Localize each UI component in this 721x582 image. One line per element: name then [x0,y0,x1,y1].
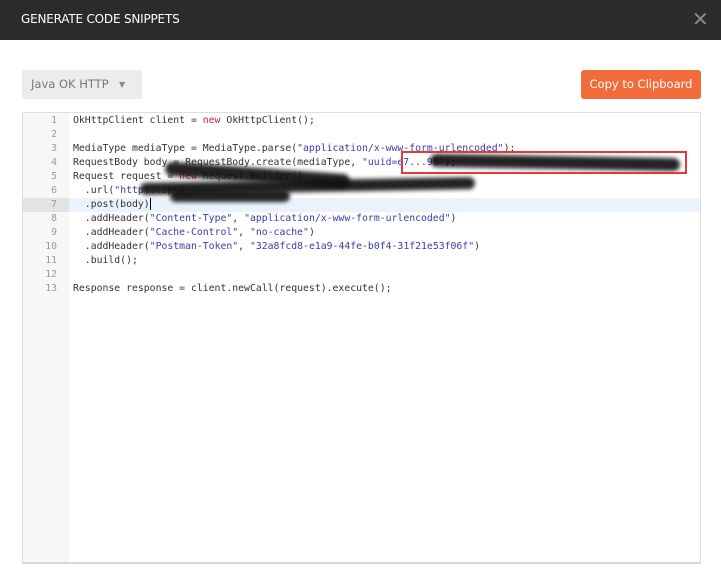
keyword-token: new [202,115,221,126]
string-token: "Postman-Token" [149,241,239,252]
code-token: OkHttpClient client = [73,115,203,126]
code-line: 2 [23,128,700,142]
line-code: .addHeader("Cache-Control", "no-cache") [73,226,315,240]
code-token: , [232,213,245,224]
code-token: .build(); [73,255,138,266]
code-token: MediaType mediaType = MediaType.parse( [73,143,298,154]
line-number: 4 [51,157,57,168]
line-number: 5 [51,171,57,182]
code-line: 11 .build(); [23,254,700,268]
line-number: 10 [45,241,57,252]
redaction-scribble [170,190,290,202]
string-token: "Content-Type" [149,213,233,224]
code-token: ) [474,241,481,252]
code-token: , [238,241,250,252]
line-code: .addHeader("Postman-Token", "32a8fcd8-e1… [73,240,480,254]
code-token: ) [450,213,457,224]
string-token: "application/x-www-form-urlencoded" [244,213,451,224]
line-code: Response response = client.newCall(reque… [73,282,392,296]
code-token: .post(body) [73,199,150,210]
line-number: 13 [45,283,57,294]
code-token: Response response = client.newCall(reque… [73,283,392,294]
line-number: 8 [51,213,57,224]
line-code: .post(body) [73,198,151,212]
highlight-box [401,151,687,174]
line-number: 6 [51,185,57,196]
line-number: 9 [51,227,57,238]
language-dropdown[interactable]: Java OK HTTP ▼ [22,70,142,99]
code-line: 1 OkHttpClient client = new OkHttpClient(… [23,114,700,128]
line-number: 7 [23,198,69,212]
line-number: 11 [45,255,57,266]
dialog-header: GENERATE CODE SNIPPETS ✕ [0,0,721,40]
code-line: 13 Response response = client.newCall(req… [23,282,700,296]
code-token: .addHeader( [73,213,150,224]
close-icon[interactable]: ✕ [692,8,709,30]
code-token: .url( [73,185,115,196]
code-line: 7 .post(body) [23,198,700,212]
code-line: 9 .addHeader("Cache-Control", "no-cache"… [23,226,700,240]
language-selected: Java OK HTTP [31,77,109,91]
code-token: OkHttpClient(); [220,115,315,126]
line-number: 12 [45,269,57,280]
code-line: 12 [23,268,700,282]
line-code: OkHttpClient client = new OkHttpClient()… [73,114,315,128]
code-token: , [238,227,250,238]
line-number: 1 [51,115,57,126]
code-line: 10 .addHeader("Postman-Token", "32a8fcd8… [23,240,700,254]
code-token: ) [308,227,315,238]
copy-to-clipboard-button[interactable]: Copy to Clipboard [581,70,701,99]
string-token: "32a8fcd8-e1a9-44fe-b0f4-31f21e53f06f" [249,241,475,252]
chevron-down-icon: ▼ [119,80,126,89]
text-cursor [149,198,151,210]
code-line: 8 .addHeader("Content-Type", "applicatio… [23,212,700,226]
code-token: .addHeader( [73,227,150,238]
code-token: Request request = [73,171,180,182]
string-token: "no-cache" [249,227,309,238]
line-code: .build(); [73,254,138,268]
dialog-title: GENERATE CODE SNIPPETS [21,12,180,26]
string-token: "Cache-Control" [149,227,239,238]
line-number: 2 [51,129,57,140]
code-token: .addHeader( [73,241,150,252]
line-code: .addHeader("Content-Type", "application/… [73,212,457,226]
line-number: 3 [51,143,57,154]
code-lines: 1 OkHttpClient client = new OkHttpClient(… [23,113,700,296]
